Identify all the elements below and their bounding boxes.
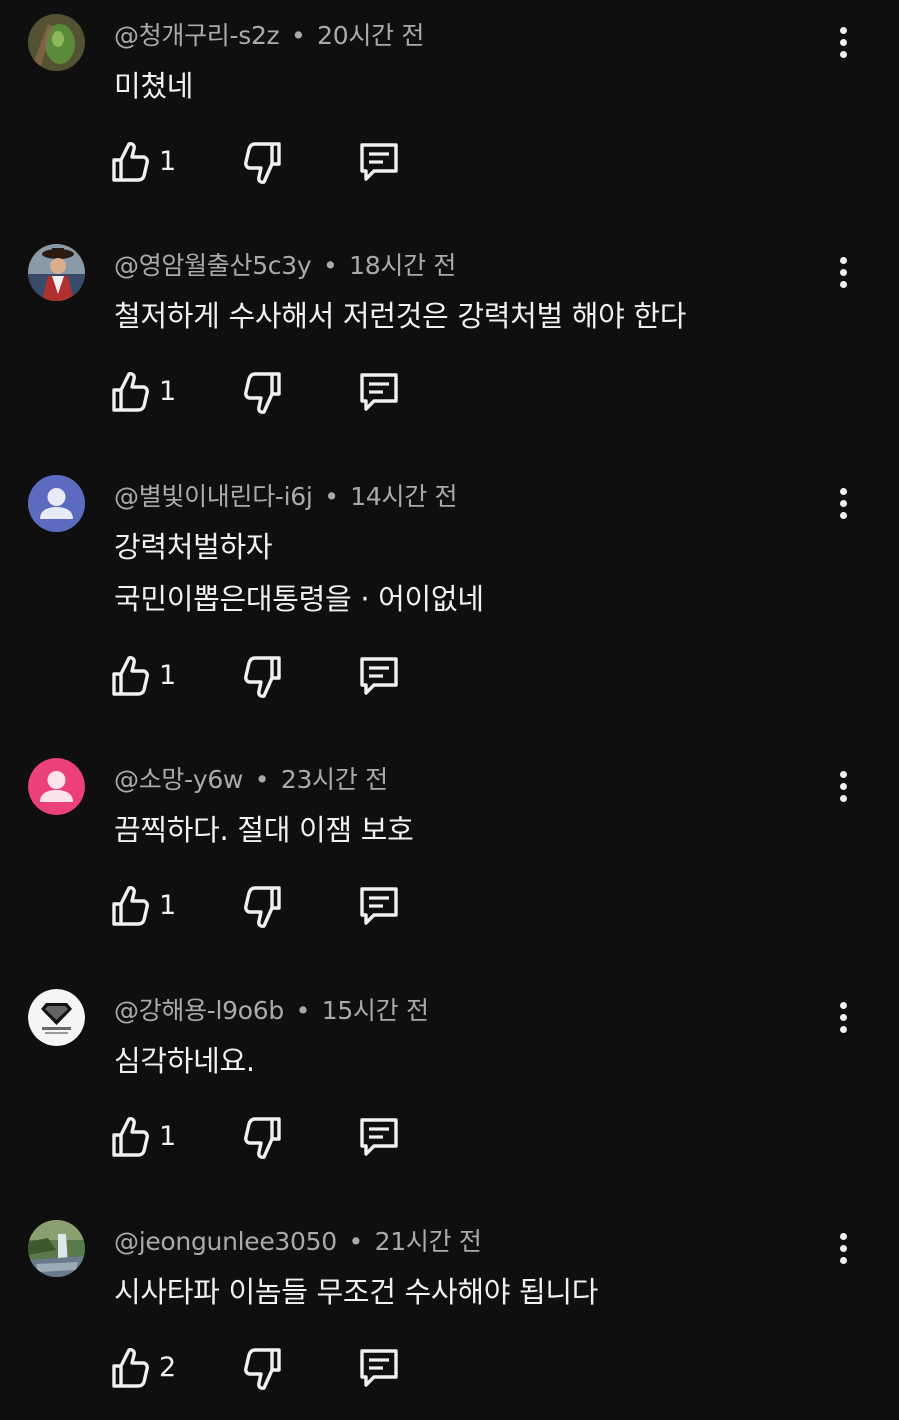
comment-author[interactable]: @소망-y6w [114, 765, 243, 794]
comment-text: 심각하네요. [114, 1035, 255, 1087]
comment-meta: @영암월출산5c3y • 18시간 전 [114, 246, 456, 282]
thumbs-up-icon [112, 656, 149, 696]
more-vert-icon[interactable] [828, 252, 858, 292]
comment-actions: 2 [110, 1346, 430, 1396]
thumbs-up-icon [112, 1117, 149, 1157]
comment-time[interactable]: 21시간 전 [375, 1227, 482, 1256]
comment-time[interactable]: 14시간 전 [350, 482, 457, 511]
comment-meta: @별빛이내린다-i6j • 14시간 전 [114, 477, 458, 513]
comment-text: 강력처벌하자 국민이뽑은대통령을 · 어이없네 [114, 521, 484, 625]
dislike-button[interactable] [240, 370, 284, 416]
like-button[interactable] [110, 1115, 150, 1159]
thumbs-down-icon [244, 1117, 281, 1159]
comment-actions: 1 [110, 1115, 430, 1165]
like-button[interactable] [110, 1346, 150, 1390]
comment-author[interactable]: @별빛이내린다-i6j [114, 482, 313, 511]
reply-icon [360, 1349, 398, 1387]
comment-text: 끔찍하다. 절대 이잼 보호 [114, 804, 414, 856]
meta-separator: • [291, 21, 306, 50]
comment-text: 철저하게 수사해서 저런것은 강력처벌 해야 한다 [114, 290, 687, 342]
comment-line: 시사타파 이놈들 무조건 수사해야 됩니다 [114, 1275, 599, 1309]
reply-icon [360, 657, 398, 695]
meta-separator: • [254, 765, 270, 794]
more-vert-icon[interactable] [828, 1228, 858, 1268]
like-count: 1 [159, 660, 177, 691]
like-count: 1 [159, 890, 177, 921]
comment-author[interactable]: @jeongunlee3050 [114, 1227, 337, 1256]
comment-time[interactable]: 18시간 전 [349, 251, 456, 280]
comment-time[interactable]: 23시간 전 [281, 765, 388, 794]
comment-line: 국민이뽑은대통령을 · 어이없네 [114, 582, 484, 616]
comment-actions: 1 [110, 140, 430, 190]
meta-separator: • [324, 482, 339, 511]
avatar[interactable] [28, 989, 85, 1046]
comment-meta: @청개구리-s2z • 20시간 전 [114, 16, 424, 52]
comment-time[interactable]: 20시간 전 [317, 21, 424, 50]
like-count: 1 [159, 1121, 177, 1152]
reply-button[interactable] [356, 884, 402, 928]
comment-actions: 1 [110, 370, 430, 420]
like-count: 2 [159, 1352, 177, 1383]
comment-text: 미쳤네 [114, 60, 193, 112]
more-vert-icon[interactable] [828, 997, 858, 1037]
meta-separator: • [323, 251, 338, 280]
thumbs-up-icon [112, 372, 149, 412]
comment-meta: @강해용-l9o6b • 15시간 전 [114, 991, 429, 1027]
more-vert-icon[interactable] [828, 22, 858, 62]
thumbs-down-icon [244, 372, 281, 414]
comment-meta: @jeongunlee3050 • 21시간 전 [114, 1222, 482, 1258]
reply-icon [360, 887, 398, 925]
thumbs-down-icon [244, 656, 281, 698]
avatar[interactable] [28, 14, 85, 71]
like-button[interactable] [110, 370, 150, 414]
comment-actions: 1 [110, 654, 430, 704]
avatar[interactable] [28, 475, 85, 532]
dislike-button[interactable] [240, 1115, 284, 1161]
reply-button[interactable] [356, 654, 402, 698]
dislike-button[interactable] [240, 654, 284, 700]
comment-meta: @소망-y6w • 23시간 전 [114, 760, 388, 796]
like-button[interactable] [110, 654, 150, 698]
thumbs-down-icon [244, 142, 281, 184]
like-count: 1 [159, 146, 177, 177]
meta-separator: • [348, 1227, 364, 1256]
meta-separator: • [295, 996, 311, 1025]
avatar[interactable] [28, 758, 85, 815]
thumbs-up-icon [112, 886, 149, 926]
dislike-button[interactable] [240, 140, 284, 186]
dislike-button[interactable] [240, 884, 284, 930]
comment-line: 미쳤네 [114, 69, 194, 103]
dislike-button[interactable] [240, 1346, 284, 1392]
reply-icon [360, 373, 398, 411]
avatar[interactable] [28, 244, 85, 301]
thumbs-up-icon [112, 1348, 149, 1388]
comment-actions: 1 [110, 884, 430, 934]
comment-line: 철저하게 수사해서 저런것은 강력처벌 해야 한다 [114, 299, 687, 333]
like-button[interactable] [110, 140, 150, 184]
comment-line: 강력처벌하자 [114, 530, 273, 564]
reply-icon [360, 143, 398, 181]
comment-line: 심각하네요. [114, 1044, 255, 1078]
reply-button[interactable] [356, 1115, 402, 1159]
comment-line: 끔찍하다. 절대 이잼 보호 [114, 813, 414, 847]
reply-icon [360, 1118, 398, 1156]
like-button[interactable] [110, 884, 150, 928]
reply-button[interactable] [356, 1346, 402, 1390]
thumbs-down-icon [244, 1348, 281, 1390]
comment-text: 시사타파 이놈들 무조건 수사해야 됩니다 [114, 1266, 598, 1318]
more-vert-icon[interactable] [828, 483, 858, 523]
thumbs-down-icon [244, 886, 281, 928]
reply-button[interactable] [356, 140, 402, 184]
comment-time[interactable]: 15시간 전 [322, 996, 429, 1025]
comment-author[interactable]: @청개구리-s2z [114, 21, 280, 50]
comment-author[interactable]: @강해용-l9o6b [114, 996, 284, 1025]
like-count: 1 [159, 376, 177, 407]
more-vert-icon[interactable] [828, 766, 858, 806]
avatar[interactable] [28, 1220, 85, 1277]
comment-author[interactable]: @영암월출산5c3y [114, 251, 312, 280]
thumbs-up-icon [112, 142, 149, 182]
reply-button[interactable] [356, 370, 402, 414]
